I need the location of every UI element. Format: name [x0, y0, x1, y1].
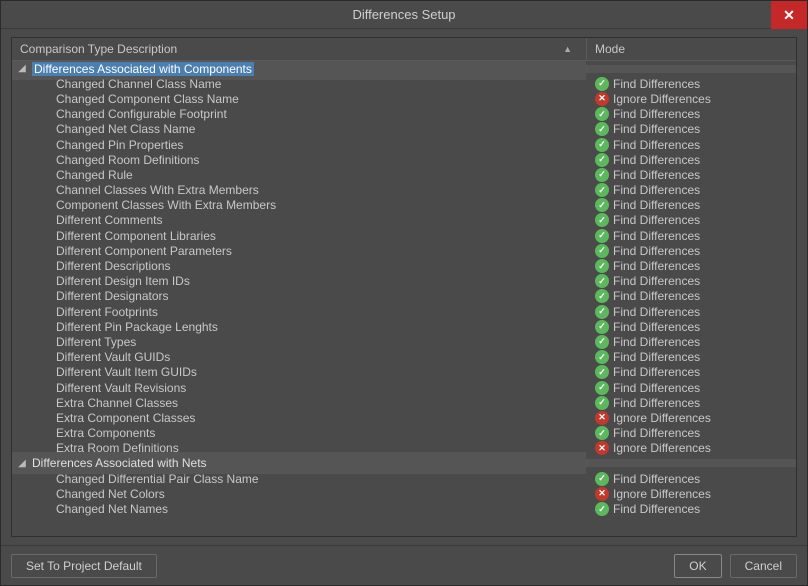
mode-label: Ignore Differences [613, 441, 711, 455]
column-header-description[interactable]: Comparison Type Description ▲ [12, 38, 586, 60]
grid-body[interactable]: ◢Differences Associated with ComponentsC… [12, 61, 796, 536]
close-button[interactable]: ✕ [771, 1, 807, 29]
cancel-button[interactable]: Cancel [730, 554, 797, 578]
mode-label: Find Differences [613, 502, 700, 516]
content-area: Comparison Type Description ▲ Mode ◢Diff… [1, 29, 807, 545]
ok-button[interactable]: OK [674, 554, 721, 578]
column-header-description-label: Comparison Type Description [20, 42, 177, 56]
grid-header[interactable]: Comparison Type Description ▲ Mode [12, 38, 796, 61]
dialog-title: Differences Setup [352, 7, 455, 22]
titlebar: Differences Setup ✕ [1, 1, 807, 29]
item-row[interactable]: Changed Net Names Find Differences [12, 501, 796, 516]
item-label: Changed Net Names [56, 502, 168, 516]
footer: Set To Project Default OK Cancel [1, 545, 807, 585]
x-circle-icon [595, 441, 609, 455]
column-header-mode-label: Mode [595, 42, 625, 56]
sort-ascending-icon: ▲ [563, 44, 572, 54]
check-circle-icon [595, 502, 609, 516]
grid: Comparison Type Description ▲ Mode ◢Diff… [11, 37, 797, 537]
set-to-project-default-button[interactable]: Set To Project Default [11, 554, 157, 578]
close-icon: ✕ [783, 7, 795, 24]
column-header-mode[interactable]: Mode [586, 38, 796, 60]
